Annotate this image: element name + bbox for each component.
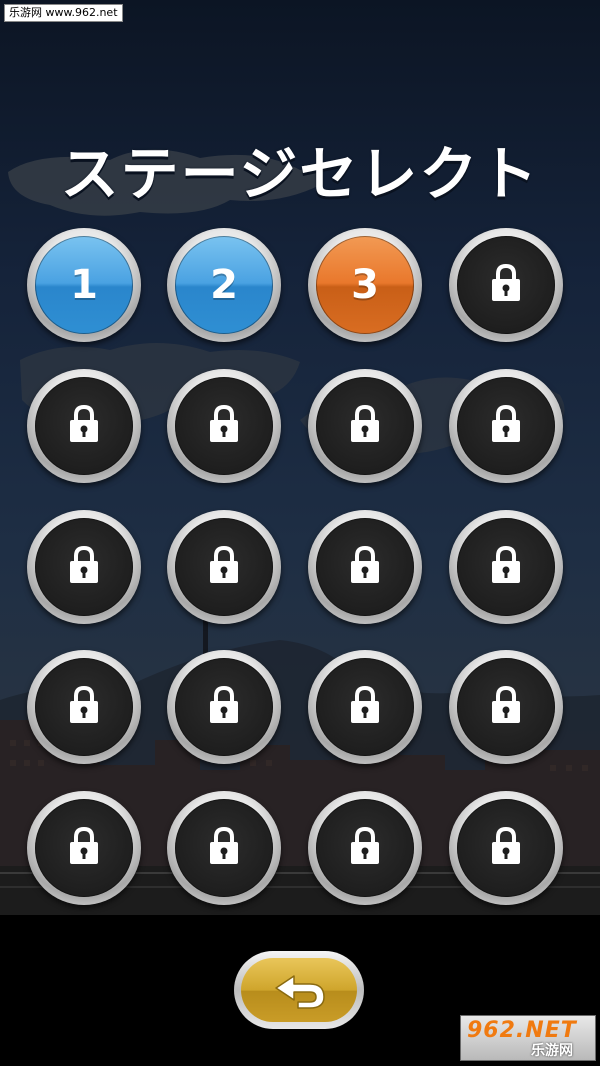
- stage-button-face: 3: [316, 236, 414, 334]
- stage-button-locked[interactable]: [449, 791, 563, 905]
- game-screen: 乐游网 www.962.net ステージセレクト 123 962.NET 乐游网: [0, 0, 600, 1066]
- stage-button-face: [175, 799, 273, 897]
- lock-icon: [70, 826, 98, 864]
- stage-button-locked[interactable]: [449, 228, 563, 342]
- lock-icon: [70, 404, 98, 442]
- stage-button-locked[interactable]: [308, 369, 422, 483]
- stage-button-locked[interactable]: [308, 650, 422, 764]
- stage-button-locked[interactable]: [27, 369, 141, 483]
- stage-button-locked[interactable]: [27, 791, 141, 905]
- back-button[interactable]: [234, 951, 364, 1029]
- stage-button-face: [175, 518, 273, 616]
- lock-icon: [351, 545, 379, 583]
- watermark-bottom-right: 962.NET 乐游网: [460, 1015, 596, 1061]
- stage-button-face: [35, 658, 133, 756]
- back-button-face: [241, 958, 357, 1022]
- lock-icon: [351, 404, 379, 442]
- stage-button-3[interactable]: 3: [308, 228, 422, 342]
- stage-button-face: [35, 377, 133, 475]
- stage-button-locked[interactable]: [308, 791, 422, 905]
- stage-button-2[interactable]: 2: [167, 228, 281, 342]
- watermark-site-name: 乐游网: [531, 1043, 573, 1059]
- lock-icon: [210, 404, 238, 442]
- lock-icon: [351, 685, 379, 723]
- stage-button-face: [316, 377, 414, 475]
- stage-button-face: [457, 799, 555, 897]
- lock-icon: [210, 685, 238, 723]
- stage-button-locked[interactable]: [167, 650, 281, 764]
- back-arrow-icon: [275, 975, 325, 1009]
- lock-icon: [210, 826, 238, 864]
- stage-number: 1: [70, 262, 98, 308]
- lock-icon: [492, 263, 520, 301]
- stage-button-face: [175, 377, 273, 475]
- stage-button-locked[interactable]: [449, 369, 563, 483]
- lock-icon: [70, 685, 98, 723]
- stage-number: 3: [351, 262, 379, 308]
- stage-number: 2: [210, 262, 238, 308]
- stage-button-face: [316, 799, 414, 897]
- stage-button-locked[interactable]: [308, 510, 422, 624]
- stage-button-face: [316, 518, 414, 616]
- stage-button-1[interactable]: 1: [27, 228, 141, 342]
- lock-icon: [210, 545, 238, 583]
- stage-button-face: [316, 658, 414, 756]
- stage-button-face: [457, 377, 555, 475]
- lock-icon: [492, 404, 520, 442]
- stage-button-face: [457, 236, 555, 334]
- stage-button-locked[interactable]: [167, 791, 281, 905]
- lock-icon: [70, 545, 98, 583]
- stage-button-locked[interactable]: [449, 650, 563, 764]
- stage-button-face: [457, 658, 555, 756]
- lock-icon: [492, 545, 520, 583]
- stage-grid: 1 2 3: [0, 0, 600, 915]
- lock-icon: [351, 826, 379, 864]
- stage-button-face: [35, 518, 133, 616]
- stage-button-face: [175, 658, 273, 756]
- stage-button-locked[interactable]: [27, 510, 141, 624]
- stage-button-locked[interactable]: [27, 650, 141, 764]
- stage-button-face: 1: [35, 236, 133, 334]
- lock-icon: [492, 826, 520, 864]
- background-scene: 乐游网 www.962.net ステージセレクト 123: [0, 0, 600, 915]
- lock-icon: [492, 685, 520, 723]
- stage-button-locked[interactable]: [449, 510, 563, 624]
- stage-button-face: [35, 799, 133, 897]
- stage-button-locked[interactable]: [167, 369, 281, 483]
- stage-button-face: 2: [175, 236, 273, 334]
- stage-button-locked[interactable]: [167, 510, 281, 624]
- stage-button-face: [457, 518, 555, 616]
